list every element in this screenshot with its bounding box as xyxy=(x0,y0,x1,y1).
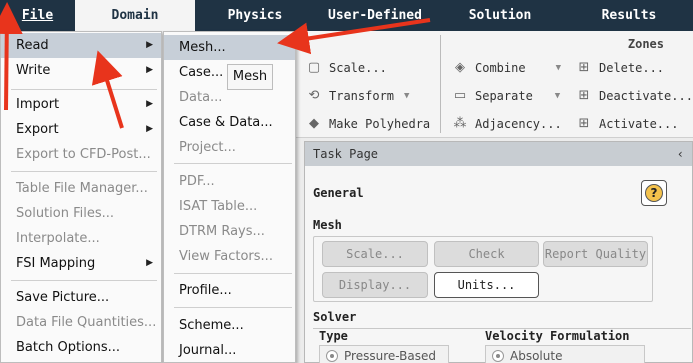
type-label: Type xyxy=(319,329,348,343)
separate-icon: ▭ xyxy=(453,88,467,103)
chevron-down-icon[interactable]: ▼ xyxy=(404,86,409,106)
file-menu: Read ▶ Write ▶ Import ▶ Export ▶ Export to C… xyxy=(0,31,162,363)
menu-separator xyxy=(174,307,292,308)
solver-group: Type Velocity Formulation Pressure-Based… xyxy=(313,328,691,363)
combine-button[interactable]: ◈ Combine ▼ xyxy=(452,58,561,78)
pressure-based-radio[interactable]: Pressure-Based xyxy=(319,345,449,363)
menu-item-read-pdf[interactable]: PDF... xyxy=(164,169,295,194)
grid-delete-icon: ⊞ xyxy=(578,60,590,75)
menu-item-read-mesh[interactable]: Mesh... xyxy=(164,35,295,60)
domain-ribbon: Zones ▢ Scale... ⟲ Transform ▼ ◆ Make Polyhe… xyxy=(296,31,693,138)
submenu-arrow-icon: ▶ xyxy=(146,40,153,50)
chevron-down-icon[interactable]: ▼ xyxy=(556,58,561,78)
menu-item-export-cfd-post[interactable]: Export to CFD-Post... xyxy=(1,142,161,167)
menu-item-data-file-quantities[interactable]: Data File Quantities... xyxy=(1,310,161,335)
menu-separator xyxy=(174,273,292,274)
menu-item-fsi-mapping[interactable]: FSI Mapping ▶ xyxy=(1,251,161,276)
make-polyhedra-button[interactable]: ◆ Make Polyhedra xyxy=(306,114,430,134)
menu-item-read-case-data[interactable]: Case & Data... xyxy=(164,110,295,135)
menu-item-read-journal[interactable]: Journal... xyxy=(164,338,295,363)
adjacency-button[interactable]: ⁂ Adjacency... xyxy=(452,114,562,134)
menu-item-export[interactable]: Export ▶ xyxy=(1,117,161,142)
adjacency-icon: ⁂ xyxy=(453,116,467,131)
zone-deactivate-button[interactable]: ⊞ Deactivate... xyxy=(576,86,693,106)
menu-item-read-scheme[interactable]: Scheme... xyxy=(164,313,295,338)
submenu-arrow-icon: ▶ xyxy=(146,124,153,134)
absolute-radio[interactable]: Absolute xyxy=(485,345,645,363)
grid-deactivate-icon: ⊞ xyxy=(578,88,590,103)
combine-icon: ◈ xyxy=(455,60,465,75)
submenu-arrow-icon: ▶ xyxy=(146,99,153,109)
chevron-down-icon[interactable]: ▼ xyxy=(555,86,560,106)
transform-button[interactable]: ⟲ Transform ▼ xyxy=(306,86,410,106)
menu-item-read-project[interactable]: Project... xyxy=(164,135,295,160)
mesh-check-button[interactable]: Check xyxy=(434,241,539,267)
zones-group-label: Zones xyxy=(627,37,664,51)
menu-item-read-isat-table[interactable]: ISAT Table... xyxy=(164,194,295,219)
menu-item-read[interactable]: Read ▶ xyxy=(1,33,161,58)
separate-button[interactable]: ▭ Separate ▼ xyxy=(452,86,560,106)
menu-separator xyxy=(11,171,157,172)
menu-separator xyxy=(11,280,157,281)
menu-item-batch-options[interactable]: Batch Options... xyxy=(1,335,161,360)
mesh-display-button[interactable]: Display... xyxy=(322,272,428,298)
collapse-icon[interactable]: ‹ xyxy=(677,142,684,166)
zone-activate-button[interactable]: ⊞ Activate... xyxy=(576,114,679,134)
zone-delete-button[interactable]: ⊞ Delete... xyxy=(576,58,664,78)
menu-separator xyxy=(174,163,292,164)
mesh-scale-button[interactable]: Scale... xyxy=(322,241,428,267)
tab-physics[interactable]: Physics xyxy=(195,0,315,31)
menu-item-interpolate[interactable]: Interpolate... xyxy=(1,226,161,251)
help-button[interactable]: ? xyxy=(641,180,667,206)
radio-selected-icon xyxy=(326,350,338,362)
menu-item-read-view-factors[interactable]: View Factors... xyxy=(164,244,295,269)
menu-item-read-dtrm-rays[interactable]: DTRM Rays... xyxy=(164,219,295,244)
menu-item-write[interactable]: Write ▶ xyxy=(1,58,161,83)
tab-domain[interactable]: Domain xyxy=(75,0,195,31)
tab-results[interactable]: Results xyxy=(565,0,693,31)
solver-section-label: Solver xyxy=(313,310,357,324)
tab-user-defined[interactable]: User-Defined xyxy=(315,0,435,31)
menu-item-read-profile[interactable]: Profile... xyxy=(164,278,295,303)
scale-icon: ▢ xyxy=(307,60,321,75)
submenu-arrow-icon: ▶ xyxy=(146,65,153,75)
menu-item-import[interactable]: Import ▶ xyxy=(1,92,161,117)
help-icon: ? xyxy=(645,184,663,202)
ribbon-tab-bar: File Domain Physics User-Defined Solutio… xyxy=(0,0,693,31)
polyhedra-icon: ◆ xyxy=(309,116,319,131)
report-quality-button[interactable]: Report Quality xyxy=(543,241,648,267)
grid-activate-icon: ⊞ xyxy=(578,116,590,131)
page-title: General xyxy=(313,186,364,200)
mesh-section-label: Mesh xyxy=(313,218,342,232)
units-button[interactable]: Units... xyxy=(434,272,539,298)
tab-solution[interactable]: Solution xyxy=(435,0,565,31)
tab-file[interactable]: File xyxy=(0,0,75,31)
radio-selected-icon xyxy=(492,350,504,362)
task-page-header: Task Page ‹ xyxy=(305,142,692,166)
task-page: Task Page ‹ General ? Mesh Scale... Chec… xyxy=(304,141,693,363)
velocity-formulation-label: Velocity Formulation xyxy=(485,329,630,343)
menu-separator xyxy=(11,89,157,90)
mesh-group: Scale... Check Report Quality Display...… xyxy=(313,236,653,302)
scale-button[interactable]: ▢ Scale... xyxy=(306,58,387,78)
mesh-tooltip: Mesh xyxy=(227,64,273,90)
transform-icon: ⟲ xyxy=(308,88,320,103)
menu-item-table-file-manager[interactable]: Table File Manager... xyxy=(1,176,161,201)
menu-item-save-picture[interactable]: Save Picture... xyxy=(1,285,161,310)
submenu-arrow-icon: ▶ xyxy=(146,258,153,268)
ribbon-divider xyxy=(440,35,441,133)
menu-item-solution-files[interactable]: Solution Files... xyxy=(1,201,161,226)
